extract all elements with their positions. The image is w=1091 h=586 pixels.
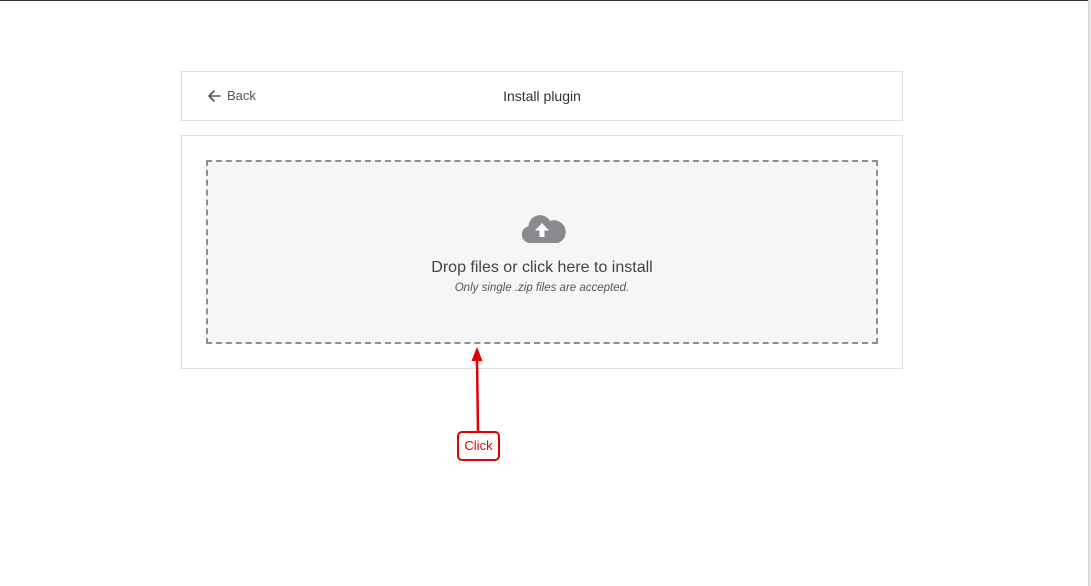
upload-panel: Drop files or click here to install Only… [181, 135, 903, 369]
top-border [0, 0, 1091, 1]
dropzone-message: Drop files or click here to install [431, 259, 653, 276]
dropzone-hint: Only single .zip files are accepted. [454, 282, 630, 294]
cloud-upload-icon [520, 212, 566, 244]
annotation-click-label: Click [457, 431, 500, 461]
page-title: Install plugin [503, 88, 581, 104]
file-dropzone[interactable]: Drop files or click here to install Only… [206, 160, 878, 344]
header-bar: Back Install plugin [181, 71, 903, 121]
